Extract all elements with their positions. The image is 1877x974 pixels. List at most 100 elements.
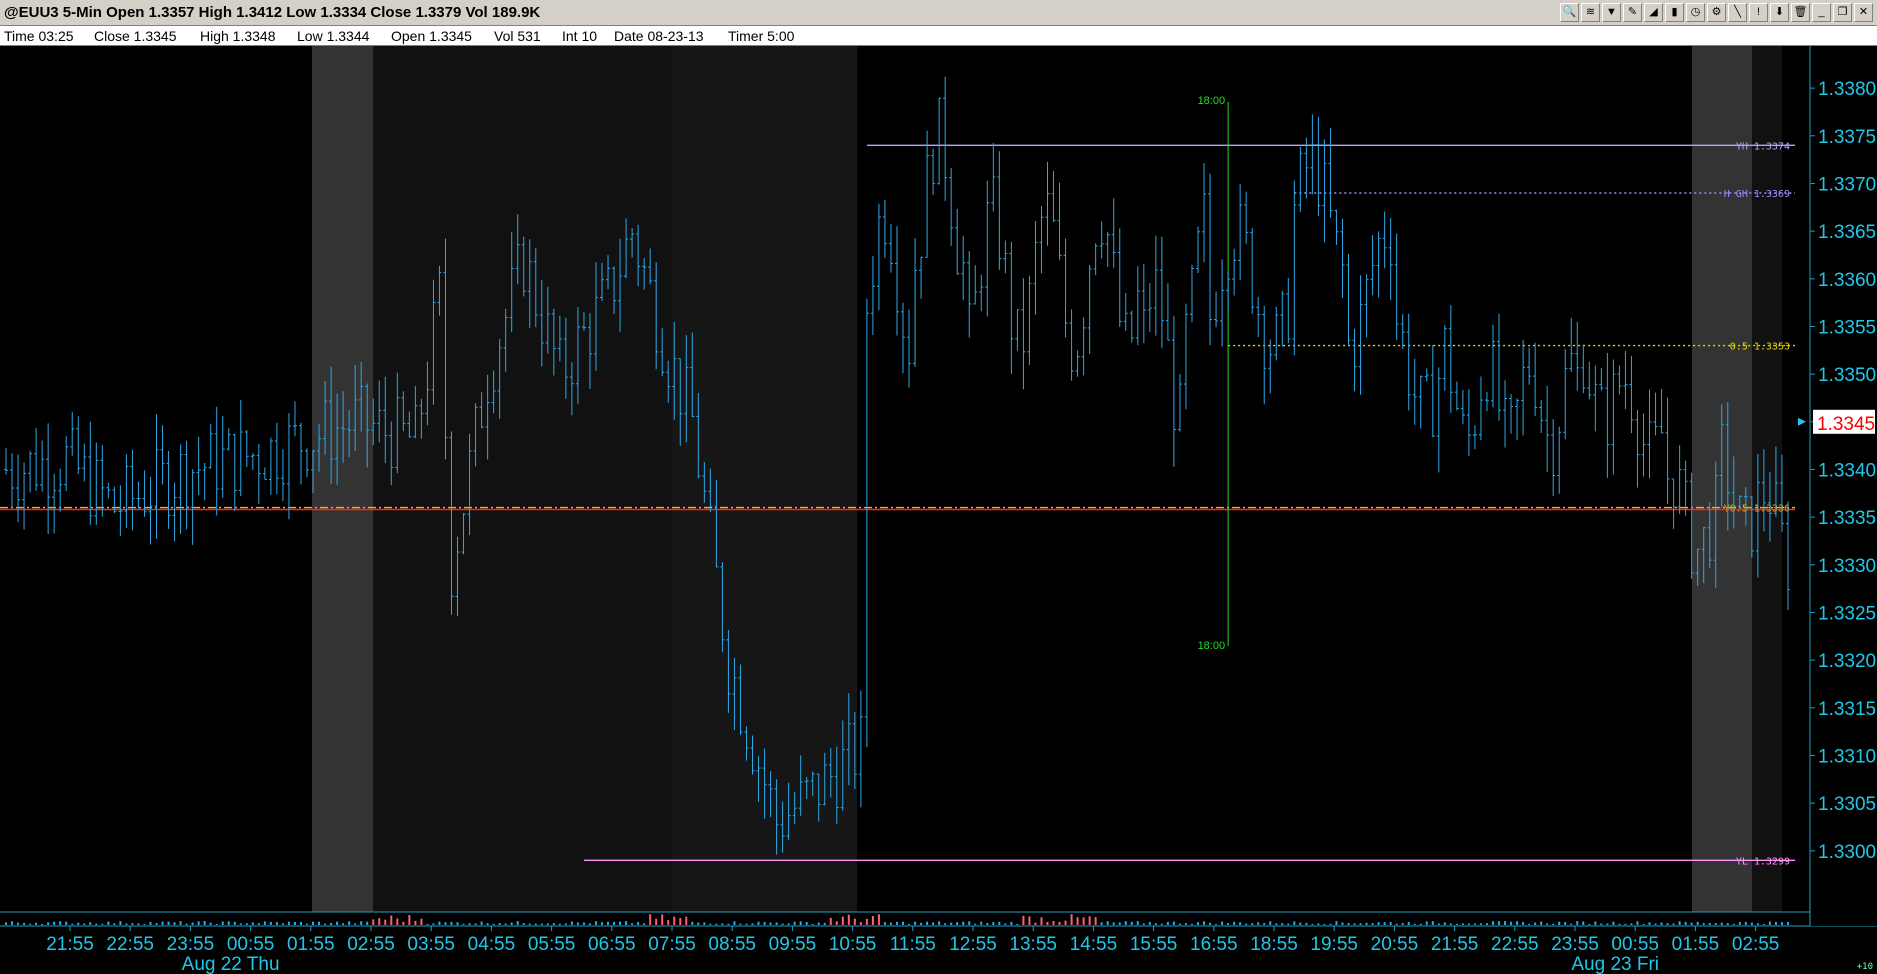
price-bar — [1490, 324, 1495, 408]
volume-bar — [920, 922, 923, 925]
price-bar — [985, 180, 990, 317]
volume-bar — [1630, 923, 1633, 925]
time-tick-label: 22:55 — [1491, 934, 1539, 955]
price-bar — [1099, 221, 1104, 259]
volume-bar — [1359, 923, 1362, 925]
price-tick-label: 1.3300 — [1818, 842, 1876, 863]
volume-bar — [1540, 921, 1543, 925]
volume-bar — [1720, 922, 1723, 925]
time-tick-label: 00:55 — [1611, 934, 1659, 955]
price-bar — [925, 130, 930, 258]
volume-bar — [1221, 921, 1224, 925]
volume-bar — [263, 921, 266, 925]
volume-bar — [697, 922, 700, 925]
price-bar — [1671, 478, 1676, 529]
volume-bar — [119, 921, 122, 925]
trash-icon[interactable]: 🗑 — [1791, 3, 1810, 22]
volume-bar — [1106, 921, 1109, 925]
volume-bar — [107, 921, 110, 925]
volume-bar — [1558, 921, 1561, 925]
volume-bar — [558, 923, 561, 925]
volume-bar — [372, 919, 375, 925]
volume-bar — [510, 922, 513, 925]
price-tick-label: 1.3310 — [1818, 746, 1876, 767]
volume-bar — [312, 921, 315, 925]
price-bar — [226, 428, 231, 451]
volume-bar — [59, 921, 62, 925]
volume-bar — [1184, 923, 1187, 925]
volume-bar — [727, 923, 730, 925]
alert-icon[interactable]: ! — [1749, 3, 1768, 22]
ruler-icon[interactable]: ◢ — [1644, 3, 1663, 22]
volume-bar — [889, 922, 892, 925]
price-bar — [1087, 264, 1092, 355]
price-bar — [1316, 116, 1321, 217]
price-bar — [1165, 283, 1170, 341]
volume-bar — [1082, 917, 1085, 925]
restore-icon[interactable]: ❐ — [1833, 3, 1852, 22]
volume-bar — [1516, 921, 1519, 925]
price-bar — [955, 208, 960, 275]
volume-bar — [1371, 923, 1374, 925]
price-bar — [280, 449, 285, 502]
info-open: Open 1.3345 — [391, 28, 472, 44]
volume-bar — [829, 917, 832, 925]
pencil-icon[interactable]: ✎ — [1623, 3, 1642, 22]
price-bar — [1171, 315, 1176, 467]
price-bar — [268, 437, 273, 495]
minimize-icon[interactable]: _ — [1812, 3, 1831, 22]
price-chart[interactable]: YH 1.3374H GH 1.33690.5 1.3353Y0.5 1.333… — [0, 46, 1877, 974]
volume-bar — [1335, 921, 1338, 925]
price-bar — [1238, 183, 1243, 281]
price-bar — [1003, 240, 1008, 274]
bar-icon[interactable]: ▮ — [1665, 3, 1684, 22]
wrench-icon[interactable]: ╲ — [1728, 3, 1747, 22]
volume-bar — [1696, 921, 1699, 925]
price-bar — [1533, 342, 1538, 417]
level-label-1: H GH 1.3369 — [1724, 189, 1790, 200]
price-bar — [1027, 275, 1032, 365]
volume-bar — [667, 920, 670, 925]
price-bar — [1370, 235, 1375, 296]
price-bar — [1051, 171, 1056, 223]
volume-bar — [721, 923, 724, 925]
close-icon[interactable]: ✕ — [1854, 3, 1873, 22]
session-marker-label-bottom: 18:00 — [1198, 640, 1226, 652]
price-bar — [250, 452, 255, 470]
volume-bar — [1504, 921, 1507, 925]
volume-bar — [1353, 923, 1356, 925]
volume-bar — [1600, 923, 1603, 925]
volume-bar — [1383, 922, 1386, 925]
volume-bar — [1768, 921, 1771, 925]
clock-icon[interactable]: ◷ — [1686, 3, 1705, 22]
volume-bar — [986, 922, 989, 925]
price-bar — [1527, 347, 1532, 385]
price-bar — [52, 473, 57, 534]
volume-bar — [679, 917, 682, 925]
settings-icon[interactable]: ⚙ — [1707, 3, 1726, 22]
volume-bar — [408, 914, 411, 925]
draw-tool-icon[interactable]: ▼ — [1602, 3, 1621, 22]
price-bar — [124, 454, 129, 528]
price-bar — [1310, 114, 1315, 195]
zoom-icon[interactable]: 🔍 — [1560, 3, 1579, 22]
volume-bar — [588, 923, 591, 925]
volume-bar — [23, 922, 26, 925]
volume-bar — [167, 921, 170, 925]
price-bar — [286, 413, 291, 520]
volume-bar — [1780, 922, 1783, 925]
volume-bar — [125, 923, 128, 925]
price-bar — [28, 450, 33, 493]
arrow-down-icon[interactable]: ⬇ — [1770, 3, 1789, 22]
volume-bar — [348, 921, 351, 925]
price-bar — [1196, 226, 1200, 274]
price-bar — [22, 462, 27, 530]
volume-bar — [1227, 923, 1230, 925]
price-bar — [1262, 305, 1267, 405]
chart-type-icon[interactable]: ≋ — [1581, 3, 1600, 22]
price-bar — [1081, 317, 1086, 376]
volume-bar — [360, 921, 363, 925]
volume-bar — [817, 922, 820, 925]
volume-bar — [757, 921, 760, 925]
volume-bar — [203, 921, 206, 925]
